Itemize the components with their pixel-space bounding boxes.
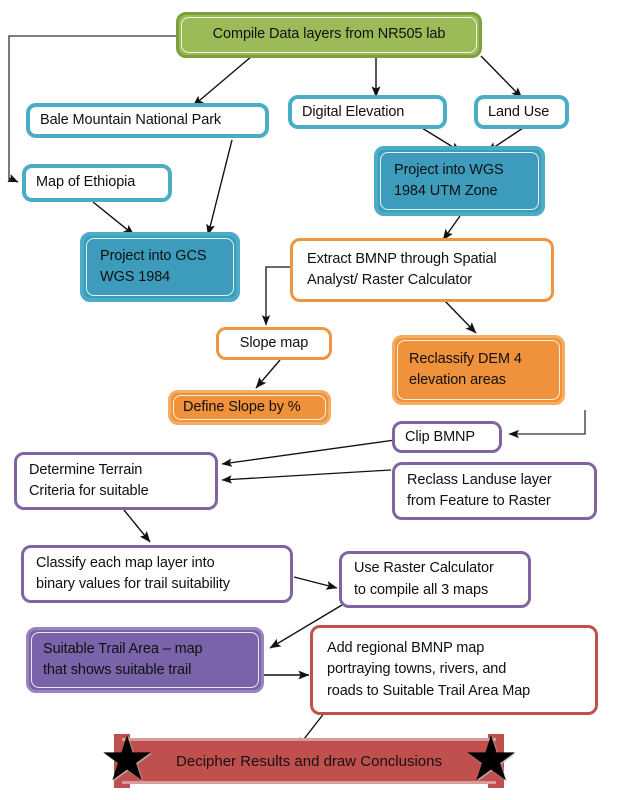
node-land-use[interactable]: Land Use (474, 95, 569, 129)
node-use-raster-calculator[interactable]: Use Raster Calculator to compile all 3 m… (339, 551, 531, 608)
node-use-raster-calculator-line-0: Use Raster Calculator (354, 560, 494, 577)
node-project-wgs-utm[interactable]: Project into WGS 1984 UTM Zone (374, 146, 545, 216)
node-define-slope[interactable]: Define Slope by % (168, 390, 331, 425)
node-clip-bmnp[interactable]: Clip BMNP (392, 421, 502, 453)
edge-classify-rastercalc (293, 576, 338, 590)
node-digital-elevation[interactable]: Digital Elevation (288, 95, 447, 129)
edge-reclassdem-clip (508, 410, 586, 439)
edge-extract-slope (261, 266, 292, 326)
node-suitable-trail-area[interactable]: Suitable Trail Area – map that shows sui… (26, 627, 264, 693)
node-decipher-banner[interactable]: Decipher Results and draw Conclusions ★ … (99, 729, 519, 792)
edge-slope-define (255, 359, 281, 389)
node-extract-bmnp-line-0: Extract BMNP through Spatial (307, 250, 497, 267)
node-extract-bmnp[interactable]: Extract BMNP through Spatial Analyst/ Ra… (290, 238, 554, 302)
node-reclassify-dem-line-0: Reclassify DEM 4 (409, 350, 522, 367)
node-classify-layers[interactable]: Classify each map layer into binary valu… (21, 545, 293, 603)
node-extract-bmnp-line-1: Analyst/ Raster Calculator (307, 272, 473, 288)
node-define-slope-line-0: Define Slope by % (183, 399, 301, 415)
edge-compile-landuse (480, 55, 523, 99)
star-right-icon: ★ (463, 725, 519, 794)
edge-compile-ethiopia-head (7, 174, 19, 183)
edge-clip-terrain (221, 439, 396, 467)
node-decipher-line-0: Decipher Results and draw Conclusions (176, 752, 442, 770)
edge-bale-gcs (206, 139, 233, 236)
star-left-icon: ★ (99, 725, 155, 794)
node-add-regional-map-line-2: roads to Suitable Trail Area Map (327, 682, 531, 699)
node-classify-layers-line-0: Classify each map layer into (36, 554, 215, 571)
node-project-wgs-utm-line-1: 1984 UTM Zone (394, 183, 498, 199)
node-land-use-line-0: Land Use (488, 103, 550, 120)
edge-ethiopia-gcs (92, 201, 135, 236)
edge-compile-bale (192, 55, 253, 107)
banner-body: Decipher Results and draw Conclusions (122, 738, 496, 784)
edge-terrain-classify (123, 509, 151, 543)
node-project-gcs-line-0: Project into GCS (100, 247, 207, 264)
node-slope-map[interactable]: Slope map (216, 327, 332, 360)
node-clip-bmnp-line-0: Clip BMNP (405, 428, 475, 445)
node-reclass-landuse-line-0: Reclass Landuse layer (407, 471, 552, 488)
node-project-wgs-utm-line-0: Project into WGS (394, 161, 504, 178)
node-slope-map-line-0: Slope map (239, 335, 309, 351)
node-determine-terrain-line-1: Criteria for suitable (29, 483, 149, 499)
node-compile-line-0: Compile Data layers from NR505 lab (212, 26, 446, 43)
node-bale-mountain[interactable]: Bale Mountain National Park (26, 103, 269, 138)
node-suitable-trail-area-line-1: that shows suitable trail (43, 662, 192, 678)
edge-extract-reclassdem (443, 299, 477, 334)
node-suitable-trail-area-line-0: Suitable Trail Area – map (43, 640, 203, 657)
node-determine-terrain[interactable]: Determine Terrain Criteria for suitable (14, 452, 218, 510)
node-project-gcs-line-1: WGS 1984 (100, 269, 171, 285)
node-determine-terrain-line-0: Determine Terrain (29, 461, 143, 478)
node-compile[interactable]: Compile Data layers from NR505 lab (176, 12, 482, 58)
node-use-raster-calculator-line-1: to compile all 3 maps (354, 581, 489, 598)
node-classify-layers-line-1: binary values for trail suitability (36, 576, 230, 592)
node-project-gcs[interactable]: Project into GCS WGS 1984 (80, 232, 240, 302)
node-digital-elevation-line-0: Digital Elevation (302, 103, 405, 120)
node-reclassify-dem-line-1: elevation areas (409, 372, 506, 388)
node-reclass-landuse[interactable]: Reclass Landuse layer from Feature to Ra… (392, 462, 597, 520)
node-add-regional-map-line-0: Add regional BMNP map (327, 640, 485, 657)
node-map-of-ethiopia-line-0: Map of Ethiopia (36, 174, 136, 191)
node-reclass-landuse-line-1: from Feature to Raster (407, 493, 551, 509)
node-add-regional-map[interactable]: Add regional BMNP map portraying towns, … (310, 625, 598, 715)
edge-wgs-extract (442, 215, 461, 241)
node-map-of-ethiopia[interactable]: Map of Ethiopia (22, 164, 172, 202)
node-add-regional-map-line-1: portraying towns, rivers, and (327, 661, 507, 678)
node-reclassify-dem[interactable]: Reclassify DEM 4 elevation areas (392, 335, 565, 405)
edge-reclassland-terrain (221, 469, 392, 484)
node-bale-mountain-line-0: Bale Mountain National Park (40, 112, 222, 128)
